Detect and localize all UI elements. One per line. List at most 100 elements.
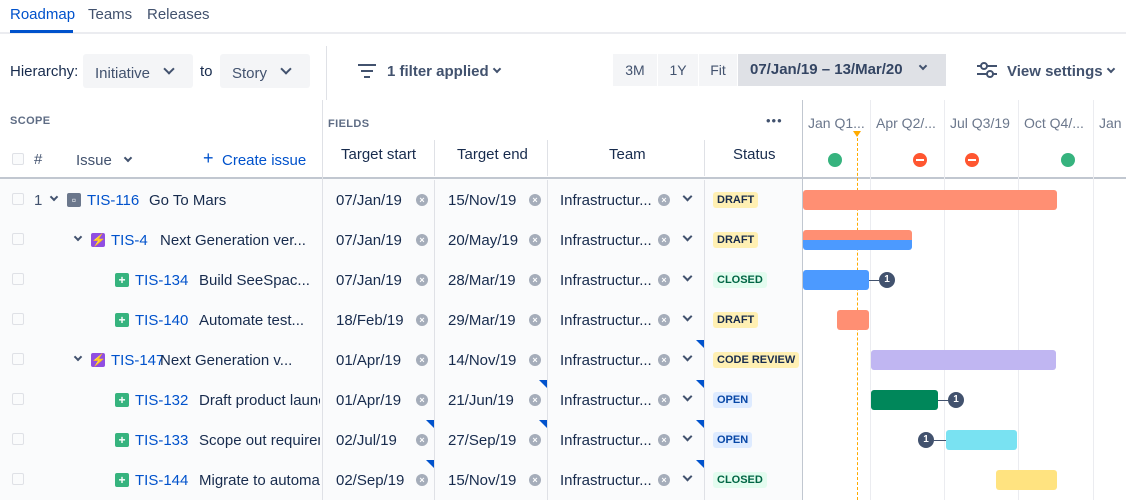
clear-icon[interactable]: × bbox=[658, 434, 670, 446]
status-lozenge[interactable]: DRAFT bbox=[713, 192, 759, 208]
status-header[interactable]: Status bbox=[733, 146, 776, 163]
target-end-value[interactable]: 15/Nov/19 bbox=[448, 192, 516, 209]
clear-icon[interactable]: × bbox=[416, 394, 428, 406]
status-lozenge[interactable]: CODE REVIEW bbox=[713, 352, 800, 368]
status-lozenge[interactable]: OPEN bbox=[713, 392, 753, 408]
timeline-bar-tis-147[interactable] bbox=[871, 350, 1056, 370]
clear-icon[interactable]: × bbox=[658, 474, 670, 486]
clear-icon[interactable]: × bbox=[416, 194, 428, 206]
chevron-down-icon[interactable] bbox=[682, 431, 693, 442]
issue-title[interactable]: Automate test... bbox=[199, 312, 320, 329]
dependency-badge[interactable]: 1 bbox=[918, 432, 934, 448]
clear-icon[interactable]: × bbox=[529, 234, 541, 246]
timeline-bar-tis-140[interactable] bbox=[837, 310, 869, 330]
clear-icon[interactable]: × bbox=[529, 354, 541, 366]
team-value[interactable]: Infrastructur... bbox=[560, 312, 655, 329]
row-checkbox[interactable] bbox=[12, 433, 24, 445]
issue-column-header[interactable]: Issue bbox=[76, 152, 112, 169]
clear-icon[interactable]: × bbox=[529, 394, 541, 406]
row-checkbox[interactable] bbox=[12, 473, 24, 485]
timeline-bar-tis-134[interactable] bbox=[803, 270, 869, 290]
expand-chevron-icon[interactable] bbox=[49, 192, 59, 202]
hierarchy-to-select[interactable]: Story bbox=[220, 54, 310, 88]
target-start-value[interactable]: 07/Jan/19 bbox=[336, 272, 402, 289]
issue-title[interactable]: Draft product launc bbox=[199, 392, 320, 409]
issue-key-link[interactable]: TIS-147 bbox=[111, 352, 164, 369]
row-checkbox[interactable] bbox=[12, 393, 24, 405]
table-row[interactable]: + TIS-144 Migrate to automat 02/Sep/19 × 15/N… bbox=[0, 460, 1126, 500]
target-end-value[interactable]: 14/Nov/19 bbox=[448, 352, 516, 369]
clear-icon[interactable]: × bbox=[416, 474, 428, 486]
table-row[interactable]: + TIS-140 Automate test... 18/Feb/19 × 29/Mar… bbox=[0, 300, 1126, 340]
hierarchy-from-select[interactable]: Initiative bbox=[83, 54, 193, 88]
issue-title[interactable]: Next Generation v... bbox=[160, 352, 320, 369]
chevron-down-icon[interactable] bbox=[682, 191, 693, 202]
issue-key-link[interactable]: TIS-4 bbox=[111, 232, 148, 249]
expand-chevron-icon[interactable] bbox=[73, 352, 83, 362]
target-start-value[interactable]: 07/Jan/19 bbox=[336, 232, 402, 249]
quarter-status-ok-icon[interactable] bbox=[1061, 153, 1075, 167]
range-1y-button[interactable]: 1Y bbox=[658, 54, 698, 86]
clear-icon[interactable]: × bbox=[658, 194, 670, 206]
target-start-value[interactable]: 02/Jul/19 bbox=[336, 432, 397, 449]
team-value[interactable]: Infrastructur... bbox=[560, 232, 655, 249]
more-options-icon[interactable]: ••• bbox=[766, 113, 783, 128]
team-value[interactable]: Infrastructur... bbox=[560, 392, 655, 409]
create-issue-button[interactable]: + Create issue bbox=[203, 148, 313, 170]
row-checkbox[interactable] bbox=[12, 233, 24, 245]
quarter-status-warning-icon[interactable] bbox=[965, 153, 979, 167]
table-row[interactable]: + TIS-134 Build SeeSpac... 07/Jan/19 × 28/Mar… bbox=[0, 260, 1126, 300]
clear-icon[interactable]: × bbox=[529, 474, 541, 486]
target-start-value[interactable]: 18/Feb/19 bbox=[336, 312, 404, 329]
chevron-down-icon[interactable] bbox=[682, 391, 693, 402]
clear-icon[interactable]: × bbox=[658, 354, 670, 366]
issue-key-link[interactable]: TIS-132 bbox=[135, 392, 188, 409]
status-lozenge[interactable]: DRAFT bbox=[713, 312, 759, 328]
view-settings-button[interactable]: View settings bbox=[975, 56, 1120, 86]
tab-releases[interactable]: Releases bbox=[147, 6, 210, 23]
team-value[interactable]: Infrastructur... bbox=[560, 472, 655, 489]
clear-icon[interactable]: × bbox=[658, 394, 670, 406]
clear-icon[interactable]: × bbox=[658, 234, 670, 246]
clear-icon[interactable]: × bbox=[416, 354, 428, 366]
row-checkbox[interactable] bbox=[12, 273, 24, 285]
row-checkbox[interactable] bbox=[12, 313, 24, 325]
target-end-value[interactable]: 20/May/19 bbox=[448, 232, 518, 249]
issue-key-link[interactable]: TIS-134 bbox=[135, 272, 188, 289]
quarter-status-warning-icon[interactable] bbox=[913, 153, 927, 167]
clear-icon[interactable]: × bbox=[529, 314, 541, 326]
chevron-down-icon[interactable] bbox=[682, 471, 693, 482]
timeline-bar-tis-116[interactable] bbox=[803, 190, 1057, 210]
issue-key-link[interactable]: TIS-140 bbox=[135, 312, 188, 329]
clear-icon[interactable]: × bbox=[416, 274, 428, 286]
target-end-value[interactable]: 15/Nov/19 bbox=[448, 472, 516, 489]
clear-icon[interactable]: × bbox=[529, 194, 541, 206]
expand-chevron-icon[interactable] bbox=[73, 232, 83, 242]
issue-key-link[interactable]: TIS-116 bbox=[87, 192, 139, 209]
chevron-down-icon[interactable] bbox=[682, 231, 693, 242]
target-end-value[interactable]: 28/Mar/19 bbox=[448, 272, 516, 289]
target-start-header[interactable]: Target start bbox=[341, 146, 416, 163]
clear-icon[interactable]: × bbox=[416, 434, 428, 446]
select-all-checkbox[interactable] bbox=[12, 153, 24, 165]
clear-icon[interactable]: × bbox=[416, 234, 428, 246]
status-lozenge[interactable]: DRAFT bbox=[713, 232, 759, 248]
chevron-down-icon[interactable] bbox=[682, 311, 693, 322]
dependency-badge[interactable]: 1 bbox=[879, 272, 895, 288]
status-lozenge[interactable]: CLOSED bbox=[713, 472, 767, 488]
clear-icon[interactable]: × bbox=[658, 314, 670, 326]
issue-title[interactable]: Scope out requirem bbox=[199, 432, 320, 449]
dependency-badge[interactable]: 1 bbox=[948, 392, 964, 408]
clear-icon[interactable]: × bbox=[416, 314, 428, 326]
target-start-value[interactable]: 07/Jan/19 bbox=[336, 192, 402, 209]
team-value[interactable]: Infrastructur... bbox=[560, 432, 655, 449]
range-3m-button[interactable]: 3M bbox=[613, 54, 657, 86]
target-end-value[interactable]: 29/Mar/19 bbox=[448, 312, 516, 329]
clear-icon[interactable]: × bbox=[529, 434, 541, 446]
row-checkbox[interactable] bbox=[12, 353, 24, 365]
status-lozenge[interactable]: OPEN bbox=[713, 432, 753, 448]
tab-teams[interactable]: Teams bbox=[88, 6, 132, 23]
quarter-status-ok-icon[interactable] bbox=[828, 153, 842, 167]
tab-roadmap[interactable]: Roadmap bbox=[10, 6, 75, 23]
team-value[interactable]: Infrastructur... bbox=[560, 272, 655, 289]
